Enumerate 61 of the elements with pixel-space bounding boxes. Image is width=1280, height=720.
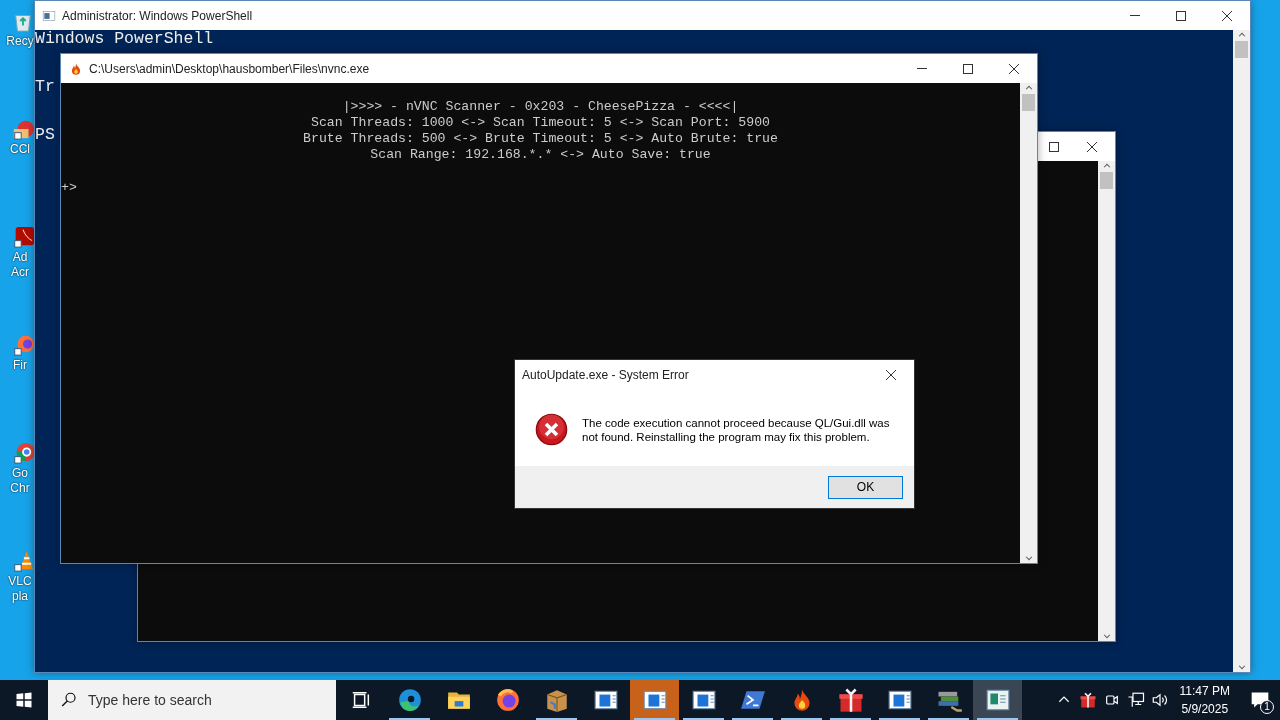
scroll-down-icon[interactable]	[1101, 631, 1112, 641]
clock-date[interactable]: 5/9/2025	[1179, 700, 1230, 718]
cone-shortcut-icon[interactable]	[12, 548, 34, 574]
error-message: The code execution cannot proceed because QL/Gui.dll was not found. Reinstalling the program may fix this problem.	[582, 415, 891, 444]
minimize-icon	[1130, 15, 1140, 16]
console-text: Windows PowerShell	[35, 31, 214, 47]
window-icon	[984, 687, 1011, 713]
clock-time[interactable]: 11:47 PM	[1179, 682, 1230, 700]
close-icon	[886, 369, 896, 380]
console-text: |>>>> - nVNC Scanner - 0x203 - CheesePizza - <<<<|	[341, 99, 740, 115]
icon-label: Ad Acr	[11, 250, 29, 280]
network-icon[interactable]	[1126, 691, 1145, 709]
maximize-icon	[1176, 10, 1186, 21]
scroll-thumb[interactable]	[1100, 172, 1113, 189]
dialog-title: AutoUpdate.exe - System Error	[522, 366, 689, 384]
console-text: Brute Threads: 500 <-> Brute Timeout: 5 <-> Auto Brute: true	[302, 131, 779, 147]
gift-icon	[836, 686, 865, 714]
maximize-icon	[1049, 141, 1059, 152]
icon-label: Recy	[6, 34, 34, 49]
scroll-down-icon[interactable]	[1023, 553, 1034, 563]
window-icon	[42, 8, 56, 23]
maximize-icon	[963, 63, 973, 74]
scrollbar[interactable]	[1098, 161, 1115, 641]
console-text: Tr	[35, 79, 55, 95]
document-shortcut-icon[interactable]	[12, 224, 34, 250]
scroll-up-icon[interactable]	[1236, 30, 1247, 40]
search-field[interactable]: Type here to search	[48, 680, 336, 720]
console-text: PS	[35, 127, 55, 143]
icon-label: Go Chr	[10, 466, 30, 496]
scroll-thumb[interactable]	[1235, 41, 1248, 58]
console-text: Scan Range: 192.168.*.* <-> Auto Save: true	[369, 147, 712, 163]
scroll-thumb[interactable]	[1022, 94, 1035, 111]
console-text: Scan Threads: 1000 <-> Scan Timeout: 5 <-> Scan Port: 5900	[310, 115, 771, 131]
icon-label: Fir	[13, 358, 27, 373]
close-icon	[1222, 10, 1232, 21]
notification-badge: 1	[1260, 700, 1274, 714]
console-prompt: +>	[61, 180, 78, 196]
close-icon	[1087, 141, 1097, 152]
close-icon	[1009, 63, 1019, 74]
search-icon	[60, 691, 78, 709]
browser-icon	[494, 687, 521, 713]
window-title: Administrator: Windows PowerShell	[62, 7, 253, 25]
browser-icon	[396, 687, 423, 713]
notifications-button[interactable]: 1	[1240, 680, 1280, 720]
scroll-down-icon[interactable]	[1236, 662, 1247, 672]
window-title: C:\Users\admin\Desktop\hausbomber\Files\nvnc.exe	[89, 60, 370, 78]
icon-label: VLC pla	[8, 574, 32, 604]
gift-icon[interactable]	[1078, 691, 1097, 709]
scrollbar[interactable]	[1020, 83, 1037, 563]
minimize-icon	[917, 68, 927, 69]
icon-label: CCl	[10, 142, 30, 157]
ok-button[interactable]: OK	[828, 475, 903, 499]
volume-icon[interactable]	[1150, 691, 1169, 709]
scroll-up-icon[interactable]	[1023, 83, 1034, 93]
taskbar-button[interactable]	[973, 680, 1022, 720]
scroll-up-icon[interactable]	[1101, 161, 1112, 171]
camera-icon[interactable]	[1103, 692, 1120, 708]
windows-logo-icon	[15, 691, 33, 709]
scrollbar[interactable]	[1233, 30, 1250, 672]
browser-shortcut-icon[interactable]	[12, 440, 34, 466]
error-icon	[535, 413, 568, 446]
